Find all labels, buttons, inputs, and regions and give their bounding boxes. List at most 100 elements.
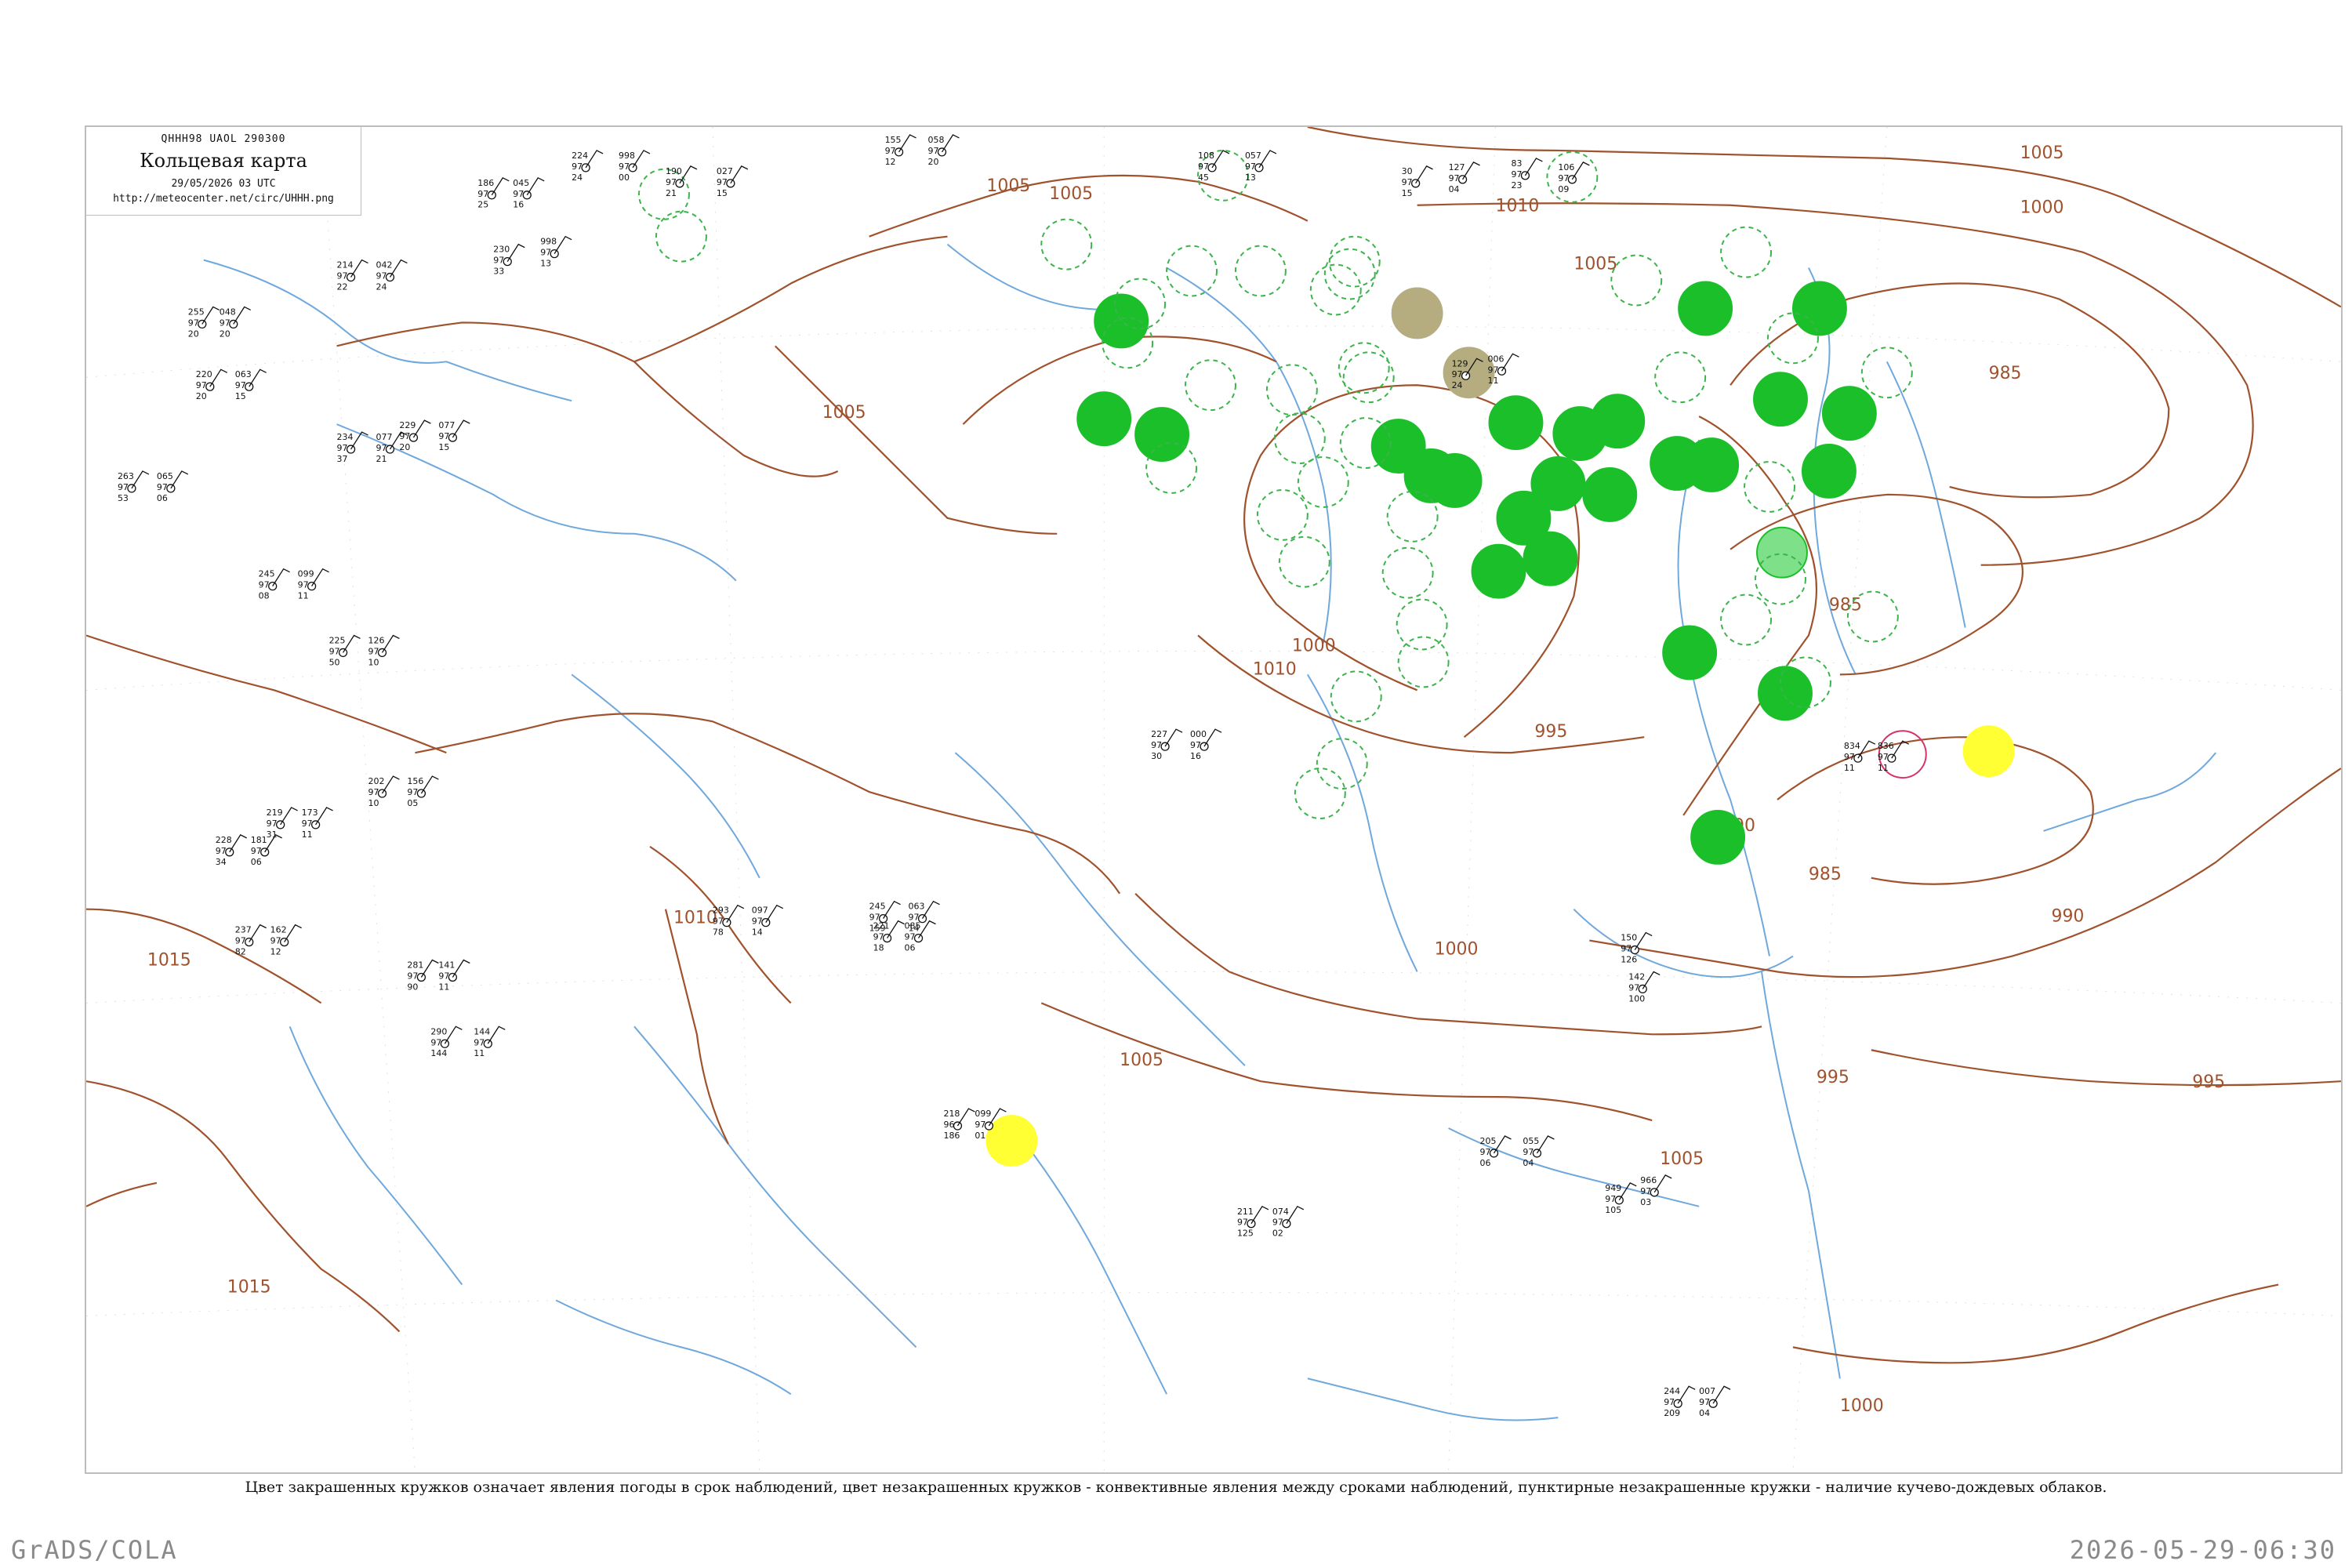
isobar-label: 1005 bbox=[1573, 255, 1617, 274]
station-pressure: 263 bbox=[118, 471, 134, 481]
station-dewpoint: 21 bbox=[666, 188, 677, 198]
station-temperature: 97 bbox=[216, 846, 227, 856]
station-temperature: 97 bbox=[430, 1037, 441, 1047]
station-marker bbox=[1254, 163, 1264, 172]
station-dewpoint: 125 bbox=[1237, 1229, 1254, 1239]
station-dewpoint: 06 bbox=[251, 857, 262, 867]
map-source-url[interactable]: http://meteocenter.net/circ/UHHH.png bbox=[86, 193, 361, 205]
isobar-label: 995 bbox=[1534, 722, 1567, 742]
station-temperature: 97 bbox=[713, 916, 724, 927]
station-pressure: 949 bbox=[1605, 1183, 1621, 1193]
station-dewpoint: 105 bbox=[1605, 1205, 1621, 1215]
synoptic-map: 1005 1005 1005 1005 1010 1010 1005 1000 … bbox=[85, 125, 2343, 1474]
station-dewpoint: 11 bbox=[1844, 763, 1855, 773]
station-temperature: 97 bbox=[885, 146, 896, 156]
station-dewpoint: 209 bbox=[1664, 1408, 1680, 1418]
station-temperature: 97 bbox=[1449, 173, 1460, 183]
map-legend: QHHH98 UAOL 290300 Кольцевая карта 29/05… bbox=[86, 127, 361, 216]
station-dewpoint: 01 bbox=[975, 1131, 985, 1141]
station-plot: 29097144 bbox=[430, 1025, 463, 1058]
isobar-label: 1005 bbox=[1660, 1149, 1704, 1169]
station-temperature: 97 bbox=[337, 271, 348, 281]
station-plot: 1569705 bbox=[407, 775, 439, 808]
station-pressure: 229 bbox=[399, 420, 416, 430]
station-plot: 2249724 bbox=[572, 150, 604, 183]
station-dewpoint: 186 bbox=[943, 1131, 960, 1141]
station-temperature: 97 bbox=[1628, 982, 1639, 993]
isobar-label: 1010 bbox=[673, 909, 717, 928]
station-pressure: 255 bbox=[188, 307, 205, 317]
station-pressure: 966 bbox=[1640, 1175, 1657, 1185]
station-marker bbox=[448, 433, 457, 442]
station-marker bbox=[581, 163, 590, 172]
station-plots: 2249724998970019097210279715155971205897… bbox=[118, 134, 1910, 1418]
station-pressure: 244 bbox=[1664, 1386, 1680, 1396]
station-temperature: 97 bbox=[235, 936, 246, 946]
station-plot: 1069709 bbox=[1558, 162, 1590, 194]
station-pressure: 220 bbox=[196, 369, 212, 379]
station-pressure: 83 bbox=[1511, 158, 1522, 169]
station-dewpoint: 33 bbox=[493, 267, 504, 277]
station-temperature: 97 bbox=[376, 271, 387, 281]
station-pressure: 141 bbox=[438, 960, 455, 971]
station-dewpoint: 12 bbox=[885, 157, 896, 167]
station-pressure: 042 bbox=[376, 260, 392, 270]
station-pressure: 281 bbox=[407, 960, 423, 971]
isobar-label: 1005 bbox=[2020, 143, 2064, 163]
station-plot: 2939778 bbox=[713, 904, 745, 938]
station-pressure: 074 bbox=[1272, 1207, 1289, 1217]
station-pressure: 142 bbox=[1628, 971, 1645, 982]
station-temperature: 97 bbox=[337, 443, 348, 453]
station-dewpoint: 15 bbox=[438, 442, 449, 452]
station-pressure: 834 bbox=[1844, 741, 1860, 751]
isobar-label: 985 bbox=[1809, 865, 1842, 884]
station-plot: 21896186 bbox=[943, 1108, 975, 1141]
station-pressure: 063 bbox=[909, 902, 925, 912]
station-pressure: 027 bbox=[717, 166, 733, 176]
station-plot: 2259750 bbox=[329, 634, 361, 667]
station-dewpoint: 15 bbox=[717, 188, 728, 198]
station-dewpoint: 20 bbox=[188, 328, 199, 339]
map-title: Кольцевая карта bbox=[140, 150, 307, 172]
station-pressure: 221 bbox=[873, 921, 890, 931]
station-pressure: 077 bbox=[376, 432, 392, 442]
station-plot: 1559712 bbox=[885, 134, 916, 167]
station-temperature: 97 bbox=[493, 256, 504, 266]
isobar-label: 985 bbox=[1989, 364, 2022, 383]
station-temperature: 97 bbox=[235, 380, 246, 390]
station-temperature: 97 bbox=[928, 146, 939, 156]
station-pressure: 045 bbox=[513, 178, 529, 188]
station-dewpoint: 03 bbox=[1640, 1197, 1651, 1207]
station-temperature: 97 bbox=[1511, 169, 1522, 180]
station-plot: 1909721 bbox=[666, 165, 698, 198]
station-temperature: 97 bbox=[196, 380, 207, 390]
station-pressure: 228 bbox=[216, 835, 232, 845]
station-marker bbox=[487, 191, 496, 200]
station-temperature: 97 bbox=[368, 787, 379, 797]
station-dewpoint: 90 bbox=[407, 982, 418, 992]
station-plot: 2059706 bbox=[1480, 1135, 1512, 1168]
station-pressure: 227 bbox=[1151, 729, 1167, 739]
station-temperature: 97 bbox=[1844, 752, 1855, 762]
station-pressure: 097 bbox=[752, 906, 768, 916]
station-dewpoint: 15 bbox=[235, 391, 246, 401]
isobar-label: 990 bbox=[2052, 907, 2085, 927]
station-pressure: 202 bbox=[368, 776, 385, 786]
station-dewpoint: 14 bbox=[752, 927, 763, 938]
station-temperature: 97 bbox=[1237, 1218, 1248, 1228]
station-temperature: 97 bbox=[438, 431, 449, 441]
station-plot: 2559720 bbox=[188, 306, 220, 339]
station-dewpoint: 126 bbox=[1621, 955, 1637, 965]
station-pressure: 144 bbox=[474, 1026, 490, 1036]
station-pressure: 085 bbox=[905, 921, 921, 931]
station-temperature: 97 bbox=[1878, 752, 1889, 762]
station-plot: 1269710 bbox=[368, 634, 400, 667]
station-dewpoint: 10 bbox=[368, 657, 379, 667]
station-pressure: 186 bbox=[477, 178, 494, 188]
station-temperature: 97 bbox=[188, 318, 199, 328]
station-pressure: 224 bbox=[572, 151, 588, 161]
station-dewpoint: 45 bbox=[1198, 172, 1209, 183]
station-plot: 2639753 bbox=[118, 470, 150, 503]
station-pressure: 290 bbox=[430, 1026, 447, 1036]
station-marker bbox=[268, 581, 278, 591]
